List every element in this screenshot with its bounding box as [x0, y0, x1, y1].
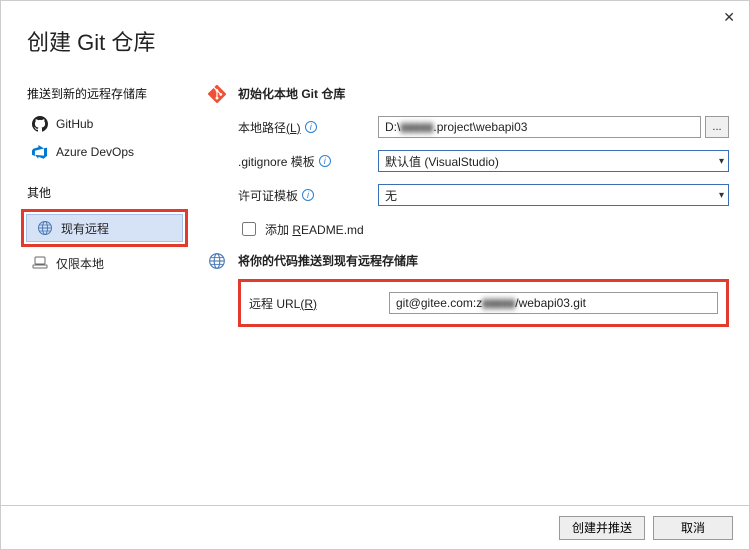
globe-icon: [37, 220, 53, 236]
main-panel: 初始化本地 Git 仓库 本地路径(L) i D:\▮▮▮▮▮.project\…: [196, 85, 729, 333]
highlight-existing-remote: 现有远程: [21, 209, 188, 247]
sidebar-item-existing-remote[interactable]: 现有远程: [26, 214, 183, 242]
push-section-title: 将你的代码推送到现有远程存储库: [238, 252, 729, 269]
sidebar-item-label: GitHub: [56, 117, 93, 131]
gitignore-label: .gitignore 模板 i: [238, 153, 378, 170]
info-icon[interactable]: i: [319, 155, 331, 167]
readme-checkbox[interactable]: [242, 222, 256, 236]
highlight-remote-url: 远程 URL(R) git@gitee.com:z▮▮▮▮▮/webapi03.…: [238, 279, 729, 327]
remote-url-label: 远程 URL(R): [249, 295, 389, 312]
sidebar-item-label: 仅限本地: [56, 255, 104, 272]
sidebar-item-label: Azure DevOps: [56, 145, 134, 159]
init-section-title: 初始化本地 Git 仓库: [238, 85, 729, 102]
create-and-push-button[interactable]: 创建并推送: [559, 516, 645, 540]
sidebar: 推送到新的远程存储库 GitHub Azure DevOps 其他 现有远程: [21, 85, 196, 333]
dialog-title: 创建 Git 仓库: [1, 1, 749, 57]
local-repo-icon: [32, 255, 48, 271]
cancel-button[interactable]: 取消: [653, 516, 733, 540]
sidebar-heading-remote: 推送到新的远程存储库: [27, 85, 188, 102]
globe-icon: [208, 252, 226, 270]
dialog-button-bar: 创建并推送 取消: [1, 505, 749, 549]
sidebar-item-azure-devops[interactable]: Azure DevOps: [21, 138, 188, 166]
readme-label[interactable]: 添加 README.md: [265, 221, 364, 238]
gitignore-select[interactable]: 默认值 (VisualStudio) ▾: [378, 150, 729, 172]
sidebar-item-local-only[interactable]: 仅限本地: [21, 249, 188, 277]
close-icon[interactable]: ✕: [723, 9, 735, 26]
sidebar-heading-other: 其他: [27, 184, 188, 201]
info-icon[interactable]: i: [302, 189, 314, 201]
browse-button[interactable]: ...: [705, 116, 729, 138]
license-select[interactable]: 无 ▾: [378, 184, 729, 206]
sidebar-item-github[interactable]: GitHub: [21, 110, 188, 138]
git-init-icon: [208, 85, 226, 103]
azure-devops-icon: [32, 144, 48, 160]
github-icon: [32, 116, 48, 132]
local-path-label: 本地路径(L) i: [238, 119, 378, 136]
license-label: 许可证模板 i: [238, 187, 378, 204]
chevron-down-icon: ▾: [719, 156, 724, 167]
info-icon[interactable]: i: [305, 121, 317, 133]
local-path-field[interactable]: D:\▮▮▮▮▮.project\webapi03: [378, 116, 701, 138]
sidebar-item-label: 现有远程: [61, 220, 109, 237]
chevron-down-icon: ▾: [719, 190, 724, 201]
remote-url-field[interactable]: git@gitee.com:z▮▮▮▮▮/webapi03.git: [389, 292, 718, 314]
